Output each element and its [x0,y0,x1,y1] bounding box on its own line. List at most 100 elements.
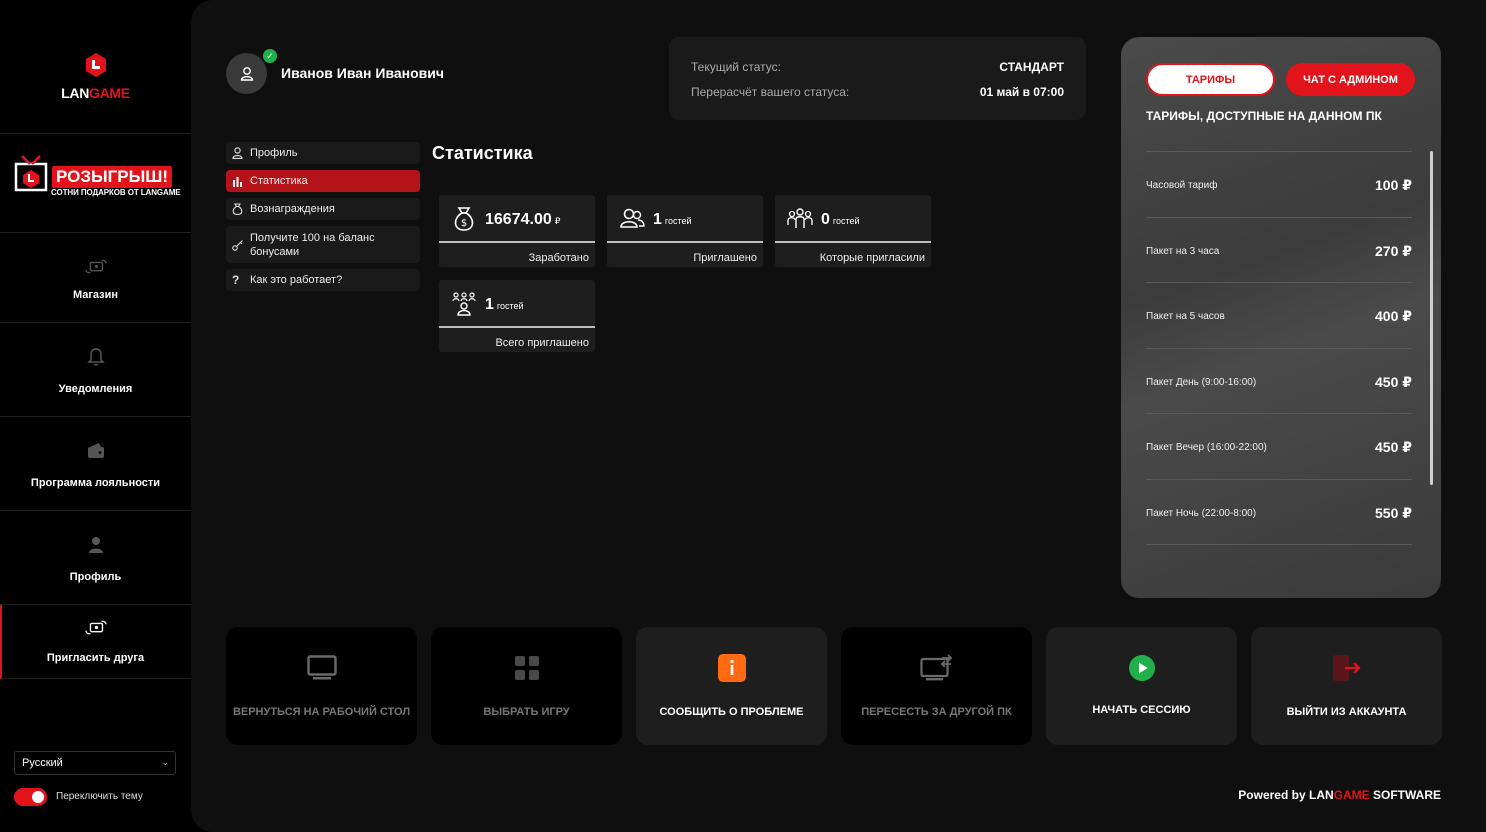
sidebar-item-invite-friend[interactable]: Пригласить друга [0,605,191,679]
stat-card-top: 1 гостей [439,280,595,328]
tariffs-scrollbar[interactable] [1430,151,1433,485]
tariff-row[interactable]: Пакет Ночь (22:00-8:00) 550 ₽ [1146,478,1412,545]
choose-game-button[interactable]: ВЫБРАТЬ ИГРУ [431,627,622,745]
user-icon [232,147,250,159]
cash-transfer-icon [84,617,108,639]
tariff-list: Часовой тариф 100 ₽ Пакет на 3 часа 270 ₽ … [1146,151,1412,545]
sidebar-item-profile[interactable]: Профиль [0,511,191,605]
wallet-icon [84,440,108,462]
stat-card-total-invited: 1 гостей Всего приглашено [439,280,595,352]
status-value: СТАНДАРТ [999,60,1064,74]
menu-item-get-bonus[interactable]: Получите 100 на баланс бонусами [226,226,420,263]
monitor-icon [226,653,417,683]
stat-value: 1 гостей [485,296,524,313]
tariff-row[interactable]: Часовой тариф 100 ₽ [1146,151,1412,217]
menu-item-rewards[interactable]: Вознаграждения [226,198,420,220]
stat-value: 16674.00 ₽ [485,211,561,228]
stat-card-top: 1 гостей [607,195,763,243]
stat-card-top: 0 гостей [775,195,931,243]
sidebar-item-notifications[interactable]: Уведомления [0,323,191,417]
tariff-name: Часовой тариф [1146,180,1218,191]
sidebar: LANGAME РОЗЫГРЫШ! СОТНИ ПОДАРКОВ ОТ LANG… [0,0,191,832]
stat-card-top: $ 16674.00 ₽ [439,195,595,243]
play-icon [1046,653,1237,683]
action-label: ВЫЙТИ ИЗ АККАУНТА [1286,706,1407,718]
logo[interactable]: LANGAME [0,0,191,134]
start-session-button[interactable]: НАЧАТЬ СЕССИЮ [1046,627,1237,745]
tariff-row[interactable]: Пакет Вечер (16:00-22:00) 450 ₽ [1146,413,1412,479]
sidebar-item-label: Магазин [72,289,119,301]
grid-icon [431,653,622,683]
tariff-name: Пакет на 5 часов [1146,311,1225,323]
tariff-price: 450 ₽ [1375,439,1412,456]
menu-item-label: Как это работает? [250,274,343,286]
tariff-price: 400 ₽ [1375,308,1412,325]
promo-banner[interactable]: РОЗЫГРЫШ! СОТНИ ПОДАРКОВ ОТ LANGAME [0,134,191,233]
tariffs-title: ТАРИФЫ, ДОСТУПНЫЕ НА ДАННОМ ПК [1146,109,1382,123]
menu-item-how-it-works[interactable]: ? Как это работает? [226,269,420,291]
language-value: Русский [22,757,63,769]
avatar[interactable] [226,53,267,94]
tariff-row[interactable]: Пакет День (9:00-16:00) 450 ₽ [1146,347,1412,414]
user-icon [240,66,253,81]
network-icon [452,292,476,316]
menu-item-label: Получите 100 на баланс бонусами [250,231,375,258]
stat-card-earned: $ 16674.00 ₽ Заработано [439,195,595,267]
money-bag-icon: $ [454,207,474,231]
action-label: ПЕРЕСЕСТЬ ЗА ДРУГОЙ ПК [861,706,1012,718]
stat-value: 1 гостей [653,211,692,228]
stat-value: 0 гостей [821,211,860,228]
logout-icon [1251,653,1442,683]
bell-icon [84,346,108,368]
theme-toggle-label: Переключить тему [56,791,143,802]
menu-item-profile[interactable]: Профиль [226,142,420,164]
tariff-name: Пакет на 3 часа [1146,245,1220,257]
tariff-row[interactable]: Пакет на 3 часа 270 ₽ [1146,216,1412,283]
status-label: Текущий статус: [691,60,781,74]
svg-text:$: $ [461,218,467,229]
theme-toggle[interactable] [14,788,47,806]
return-to-desktop-button[interactable]: ВЕРНУТЬСЯ НА РАБОЧИЙ СТОЛ [226,627,417,745]
chevron-down-icon: ⌄ [161,757,169,767]
sidebar-item-label: Уведомления [58,383,133,395]
promo-subtitle: СОТНИ ПОДАРКОВ ОТ LANGAME [51,188,181,197]
menu-item-label: Статистика [250,175,308,187]
stat-caption: Приглашено [693,252,757,264]
language-select[interactable]: Русский ⌄ [14,751,176,775]
langame-logo-icon [86,53,106,77]
toggle-knob [32,791,44,803]
chat-with-admin-button[interactable]: ЧАТ С АДМИНОМ [1286,63,1415,96]
tariff-name: Пакет День (9:00-16:00) [1146,376,1257,388]
key-icon [232,239,250,251]
stat-caption: Заработано [528,252,589,264]
tariffs-tab-button[interactable]: ТАРИФЫ [1146,63,1275,96]
stat-card-invited: 1 гостей Приглашено [607,195,763,267]
cash-transfer-icon [84,256,108,278]
action-label: НАЧАТЬ СЕССИЮ [1092,704,1191,716]
stat-caption: Всего приглашено [495,337,589,349]
logout-button[interactable]: ВЫЙТИ ИЗ АККАУНТА [1251,627,1442,745]
menu-item-statistics[interactable]: Статистика [226,170,420,192]
recalc-value: 01 май в 07:00 [979,85,1064,99]
action-label: ВЕРНУТЬСЯ НА РАБОЧИЙ СТОЛ [232,706,411,718]
stat-caption: Которые пригласили [819,252,925,264]
action-label: ВЫБРАТЬ ИГРУ [483,706,570,718]
menu-item-label: Профиль [250,147,298,159]
promo-title: РОЗЫГРЫШ! [52,166,172,188]
report-problem-button[interactable]: СООБЩИТЬ О ПРОБЛЕМЕ [636,627,827,745]
sidebar-item-loyalty[interactable]: Программа лояльности [0,417,191,511]
recalc-label: Перерасчёт вашего статуса: [691,85,850,99]
sidebar-item-shop[interactable]: Магазин [0,233,191,323]
money-bag-icon [232,203,250,215]
switch-pc-button[interactable]: ПЕРЕСЕСТЬ ЗА ДРУГОЙ ПК [841,627,1032,745]
verified-check-icon: ✓ [263,49,277,63]
tariff-row[interactable]: Пакет на 5 часов 400 ₽ [1146,282,1412,348]
tariff-price: 100 ₽ [1375,177,1412,193]
monitor-swap-icon [841,653,1032,683]
tariff-name: Пакет Вечер (16:00-22:00) [1146,442,1267,454]
sidebar-item-label: Программа лояльности [30,477,161,489]
gift-icon [14,155,48,192]
user-name: Иванов Иван Иванович [281,65,445,81]
question-icon: ? [232,273,240,287]
tariff-price: 550 ₽ [1375,504,1412,521]
